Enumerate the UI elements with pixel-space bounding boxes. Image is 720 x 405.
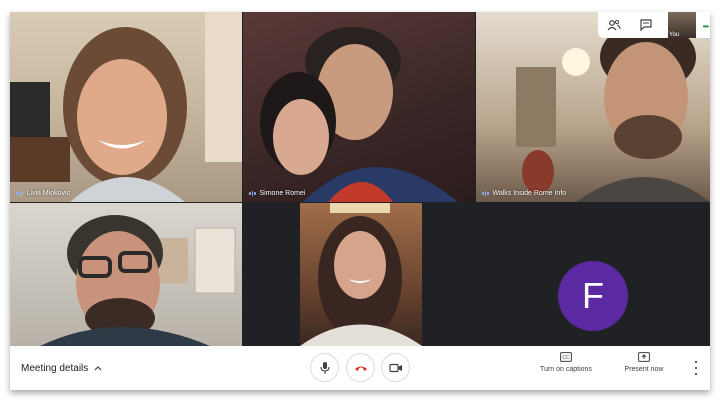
- present-icon: [638, 352, 650, 362]
- more-icon: [694, 360, 698, 364]
- participant-video-4: [40, 215, 236, 346]
- self-view-label: You: [669, 32, 680, 38]
- captions-icon: CC: [560, 352, 572, 362]
- participant-video-3: [516, 22, 710, 202]
- camera-button[interactable]: [381, 353, 410, 382]
- self-view-thumbnail[interactable]: You: [668, 12, 696, 38]
- chat-button[interactable]: [630, 12, 662, 38]
- hangup-icon: [354, 366, 367, 371]
- video-grid: Livia Miokovic Simone Romei You ••• Walk…: [10, 12, 710, 390]
- people-button[interactable]: [598, 12, 630, 38]
- participant-tile-6[interactable]: F: [423, 203, 710, 346]
- participant-tile-3[interactable]: You ••• Walks Inside Rome Info: [476, 12, 710, 202]
- more-options-button[interactable]: [690, 359, 702, 377]
- participant-name: Livia Miokovic: [16, 190, 70, 197]
- participant-video-1: [10, 12, 242, 202]
- present-button[interactable]: Present now: [620, 352, 668, 373]
- people-icon: [607, 19, 621, 31]
- self-view-bar: You •••: [598, 12, 710, 38]
- speaking-indicator-icon: [249, 191, 256, 196]
- speaking-indicator-icon: [16, 191, 23, 196]
- participant-name-text: Simone Romei: [259, 190, 306, 197]
- chevron-up-icon: [94, 366, 102, 371]
- leave-call-button[interactable]: [346, 353, 375, 382]
- microphone-button[interactable]: [310, 353, 339, 382]
- present-label: Present now: [624, 366, 664, 373]
- captions-label: Turn on captions: [540, 366, 592, 373]
- participant-avatar: F: [558, 261, 628, 331]
- svg-text:CC: CC: [562, 355, 570, 361]
- participant-tile-2[interactable]: Simone Romei: [243, 12, 475, 202]
- captions-button[interactable]: CC Turn on captions: [538, 352, 594, 373]
- speaking-indicator-icon: [482, 191, 489, 196]
- participant-name: Walks Inside Rome Info: [482, 190, 566, 197]
- call-controls-bar: Meeting details CC Turn on captions Pres…: [10, 346, 710, 390]
- participant-name-text: Walks Inside Rome Info: [492, 190, 567, 197]
- camera-icon: [388, 363, 402, 372]
- participant-name-text: Livia Miokovic: [26, 190, 71, 197]
- participant-video-2: [260, 27, 458, 202]
- self-speaking-icon: •••: [702, 22, 709, 31]
- participant-name: Simone Romei: [249, 190, 305, 197]
- participant-tile-4[interactable]: [10, 203, 242, 346]
- chat-icon: [640, 19, 652, 31]
- participant-tile-5[interactable]: [300, 203, 422, 346]
- meeting-details-button[interactable]: Meeting details: [21, 346, 102, 390]
- participant-tile-1[interactable]: Livia Miokovic: [10, 12, 242, 202]
- meeting-details-label: Meeting details: [21, 362, 89, 374]
- mic-icon: [319, 361, 330, 374]
- participant-video-5: [300, 203, 422, 346]
